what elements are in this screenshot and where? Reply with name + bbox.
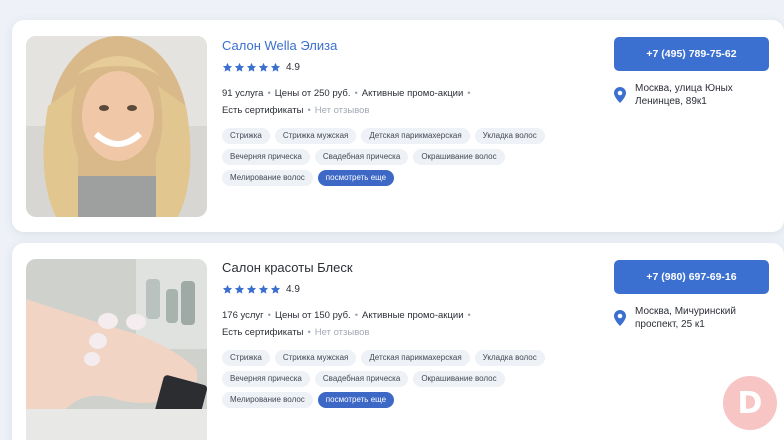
salon-meta: 91 услуга • Цены от 250 руб. • Активные пром… (222, 88, 471, 116)
service-tag[interactable]: Стрижка мужская (274, 350, 357, 366)
salon-title[interactable]: Салон Wella Элиза (222, 38, 602, 54)
rating-stars (222, 62, 281, 73)
service-tag[interactable]: Окрашивание волос (413, 149, 505, 165)
promo-label: Активные промо-акции (362, 310, 464, 321)
address-text: Москва, Мичуринский проспект, 25 к1 (635, 306, 736, 330)
promo-label: Активные промо-акции (361, 88, 464, 99)
rating-value: 4.9 (286, 61, 300, 73)
address-text: Москва, улица Юных Ленинцев, 89к1 (635, 83, 733, 107)
star-icon (222, 284, 233, 295)
service-tag[interactable]: Стрижка (222, 128, 270, 144)
price-from: Цены от 150 руб. (274, 310, 351, 321)
phone-button[interactable]: +7 (980) 697-69-16 (614, 260, 769, 294)
rating: 4.9 (222, 60, 602, 74)
service-tag[interactable]: Стрижка (222, 350, 270, 366)
star-icon (258, 62, 269, 73)
certificates-label: Есть сертификаты (222, 105, 304, 116)
service-tag[interactable]: Укладка волос (474, 128, 545, 144)
services-count: 91 услуга (222, 88, 264, 99)
show-more-button[interactable]: посмотреть еще (317, 170, 395, 186)
service-tag[interactable]: Мелирование волос (222, 392, 313, 408)
show-more-button[interactable]: посмотреть еще (317, 392, 395, 408)
map-pin-icon (614, 87, 626, 103)
service-tag[interactable]: Свадебная прическа (314, 149, 409, 165)
star-icon (234, 62, 245, 73)
service-tag[interactable]: Укладка волос (474, 350, 545, 366)
salon-photo[interactable] (26, 36, 207, 217)
star-icon (270, 62, 281, 73)
service-tag[interactable]: Детская парикмахерская (361, 350, 470, 366)
salon-title[interactable]: Салон красоты Блеск (222, 260, 602, 276)
service-tag[interactable]: Мелирование волос (222, 170, 313, 186)
service-tag[interactable]: Вечерняя прическа (222, 371, 310, 387)
salon-meta: 176 услуг • Цены от 150 руб. • Активные пром… (222, 310, 471, 338)
service-tag[interactable]: Детская парикмахерская (361, 128, 470, 144)
rating: 4.9 (222, 282, 602, 296)
star-icon (246, 284, 257, 295)
phone-button[interactable]: +7 (495) 789-75-62 (614, 37, 769, 71)
service-tags: Стрижка Стрижка мужская Детская парикмах… (222, 350, 592, 408)
service-tag[interactable]: Вечерняя прическа (222, 149, 310, 165)
certificates-label: Есть сертификаты (222, 327, 304, 338)
service-tag[interactable]: Стрижка мужская (274, 128, 357, 144)
star-icon (234, 284, 245, 295)
address: Москва, Мичуринский проспект, 25 к1 (614, 305, 770, 331)
rating-value: 4.9 (286, 283, 300, 295)
watermark-logo: D (723, 376, 777, 430)
star-icon (246, 62, 257, 73)
salon-photo[interactable] (26, 259, 207, 440)
service-tag[interactable]: Свадебная прическа (314, 371, 409, 387)
reviews-label: Нет отзывов (314, 327, 370, 338)
map-pin-icon (614, 310, 626, 326)
services-count: 176 услуг (222, 310, 264, 321)
star-icon (222, 62, 233, 73)
salon-card: Салон Wella Элиза 4.9 91 услуга • Цены от … (12, 20, 784, 232)
salon-photo-image (26, 259, 207, 440)
star-icon (258, 284, 269, 295)
rating-stars (222, 284, 281, 295)
watermark-letter: D (737, 385, 763, 421)
star-icon (270, 284, 281, 295)
service-tag[interactable]: Окрашивание волос (413, 371, 505, 387)
price-from: Цены от 250 руб. (274, 88, 351, 99)
address: Москва, улица Юных Ленинцев, 89к1 (614, 82, 770, 108)
salon-card: Салон красоты Блеск 4.9 176 услуг • Цены о… (12, 243, 784, 440)
salon-photo-image (26, 36, 207, 217)
service-tags: Стрижка Стрижка мужская Детская парикмах… (222, 128, 592, 186)
reviews-label: Нет отзывов (314, 105, 370, 116)
